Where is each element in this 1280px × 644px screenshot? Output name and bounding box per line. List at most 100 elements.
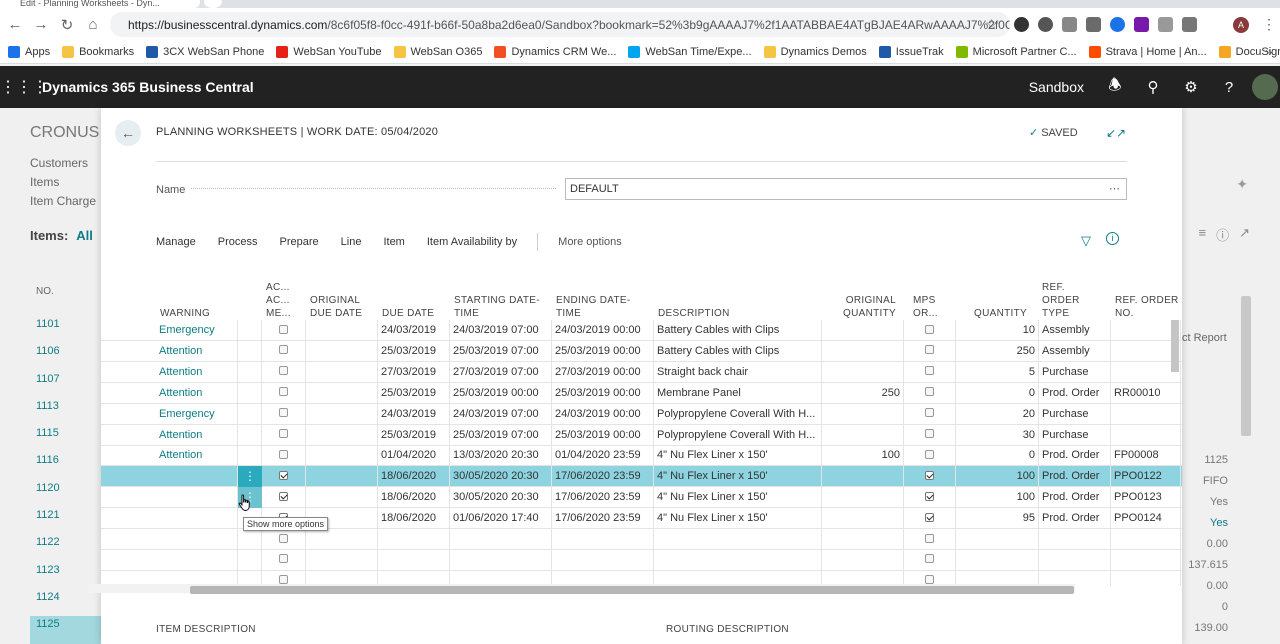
info-icon[interactable]: i [1106, 232, 1119, 245]
cell-end[interactable] [552, 549, 654, 571]
col-description[interactable]: DESCRIPTION [658, 268, 778, 320]
cell-qty[interactable]: 250 [956, 340, 1039, 362]
cell-qty[interactable]: 100 [956, 466, 1039, 488]
checkbox[interactable] [925, 470, 934, 480]
item-number[interactable]: 1116 [30, 452, 102, 479]
cell-start[interactable]: 30/05/2020 20:30 [450, 487, 552, 509]
cell-orig-qty[interactable]: 100 [822, 445, 904, 467]
expand-icon[interactable]: ↗ [1239, 225, 1250, 244]
action-process[interactable]: Process [218, 236, 258, 248]
item-number[interactable]: 1121 [30, 507, 102, 534]
background-scrollbar[interactable] [1241, 296, 1251, 436]
new-tab-button[interactable] [204, 0, 222, 8]
name-field[interactable]: DEFAULT ⋯ [565, 178, 1127, 200]
cell-desc[interactable]: 4" Nu Flex Liner x 150' [654, 445, 822, 467]
cell-due[interactable] [378, 529, 450, 550]
col-action-message[interactable]: AC... AC... ME... [266, 268, 294, 320]
cell-ref-no[interactable]: FP00008 [1111, 445, 1181, 467]
cell-due[interactable]: 25/03/2019 [378, 424, 450, 446]
cell-ref-type[interactable]: Assembly [1039, 340, 1111, 362]
table-row[interactable] [101, 529, 1182, 550]
col-due-date[interactable]: DUE DATE [382, 268, 452, 320]
cell-orig-qty[interactable] [822, 487, 904, 509]
action-manage[interactable]: Manage [156, 236, 196, 248]
extension-icon[interactable] [1158, 17, 1173, 32]
accept-action-message-cell[interactable] [262, 424, 306, 446]
item-number[interactable]: 1122 [30, 534, 102, 561]
mps-order-cell[interactable] [904, 340, 956, 362]
cell-orig-qty[interactable] [822, 529, 904, 550]
checkbox[interactable] [279, 491, 288, 501]
cell-due[interactable]: 25/03/2019 [378, 382, 450, 404]
extension-icon[interactable] [1062, 17, 1077, 32]
bookmark-item[interactable]: WebSan YouTube [276, 46, 382, 58]
app-title[interactable]: Dynamics 365 Business Central [42, 79, 254, 95]
cell-ref-type[interactable]: Assembly [1039, 320, 1111, 341]
cell-desc[interactable]: Polypropylene Coverall With H... [654, 424, 822, 446]
col-original-due-date[interactable]: ORIGINAL DUE DATE [310, 268, 376, 320]
action-item[interactable]: Item [383, 236, 404, 248]
checkbox[interactable] [279, 449, 288, 459]
item-number[interactable]: 1120 [30, 480, 102, 507]
bookmark-item[interactable]: IssueTrak [878, 46, 944, 58]
onenote-icon[interactable] [1134, 17, 1149, 32]
col-quantity[interactable]: QUANTITY [961, 268, 1027, 320]
more-options-button[interactable]: More options [558, 236, 622, 248]
checkbox[interactable] [925, 324, 934, 334]
cell-orig-due[interactable] [306, 549, 378, 571]
cell-warning[interactable] [156, 549, 238, 571]
bookmark-star-icon[interactable]: ☆ [985, 16, 998, 33]
cell-desc[interactable]: Battery Cables with Clips [654, 320, 822, 341]
cell-start[interactable]: 01/06/2020 17:40 [450, 508, 552, 530]
nav-item-charge[interactable]: Item Charge [30, 192, 96, 211]
cell-ref-no[interactable] [1111, 549, 1181, 571]
cell-orig-due[interactable] [306, 487, 378, 509]
extension-icon[interactable] [1110, 17, 1125, 32]
cell-warning[interactable]: Emergency [156, 320, 238, 341]
cell-qty[interactable]: 30 [956, 424, 1039, 446]
checkbox[interactable] [279, 533, 288, 543]
cell-ref-type[interactable] [1039, 549, 1111, 571]
back-button[interactable]: ← [115, 120, 141, 146]
cell-qty[interactable] [956, 529, 1039, 550]
cell-warning[interactable]: Attention [156, 424, 238, 446]
bookmark-item[interactable]: Dynamics CRM We... [494, 46, 616, 58]
more-bookmarks-icon[interactable]: » [1265, 45, 1272, 59]
nav-customers[interactable]: Customers [30, 154, 96, 173]
item-number[interactable]: 1101 [30, 316, 102, 343]
cell-ref-no[interactable]: PPO0122 [1111, 466, 1181, 488]
cell-desc[interactable]: 4" Nu Flex Liner x 150' [654, 487, 822, 509]
item-number[interactable]: 1113 [30, 398, 102, 425]
cell-ref-type[interactable]: Purchase [1039, 403, 1111, 425]
browser-menu-icon[interactable]: ⋮ [1262, 16, 1276, 33]
mps-order-cell[interactable] [904, 382, 956, 404]
bookmark-item[interactable]: Dynamics Demos [763, 46, 867, 58]
row-menu-cell[interactable] [238, 340, 262, 362]
cell-orig-due[interactable] [306, 340, 378, 362]
cell-end[interactable] [552, 529, 654, 550]
checkbox[interactable] [925, 491, 934, 501]
checkbox[interactable] [279, 387, 288, 397]
row-menu-cell[interactable] [238, 403, 262, 425]
home-icon[interactable]: ⌂ [82, 14, 104, 36]
cell-orig-qty[interactable]: 250 [822, 382, 904, 404]
mps-order-cell[interactable] [904, 320, 956, 341]
cell-end[interactable]: 27/03/2019 00:00 [552, 361, 654, 383]
cell-warning[interactable] [156, 508, 238, 530]
bookmark-item[interactable]: WebSan O365 [393, 46, 482, 58]
cell-ref-type[interactable] [1039, 529, 1111, 550]
filter-icon[interactable]: ▽ [1081, 233, 1091, 249]
col-ref-order-type[interactable]: REF. ORDER TYPE [1042, 268, 1102, 320]
mps-order-cell[interactable] [904, 424, 956, 446]
cell-orig-due[interactable] [306, 361, 378, 383]
table-row[interactable]: ⋮ 18/06/2020 30/05/2020 20:30 17/06/2020 23… [101, 466, 1182, 488]
pin-icon[interactable]: ✦ [1236, 176, 1248, 193]
app-launcher-icon[interactable]: ⋮⋮⋮ [0, 77, 48, 97]
checkbox[interactable] [925, 533, 934, 543]
bookmark-item[interactable]: Apps [8, 46, 50, 58]
cell-start[interactable]: 13/03/2020 20:30 [450, 445, 552, 467]
cell-start[interactable]: 27/03/2019 07:00 [450, 361, 552, 383]
row-menu-cell[interactable] [238, 382, 262, 404]
cell-start[interactable]: 24/03/2019 07:00 [450, 320, 552, 341]
col-ending-date-time[interactable]: ENDING DATE-TIME [556, 268, 646, 320]
